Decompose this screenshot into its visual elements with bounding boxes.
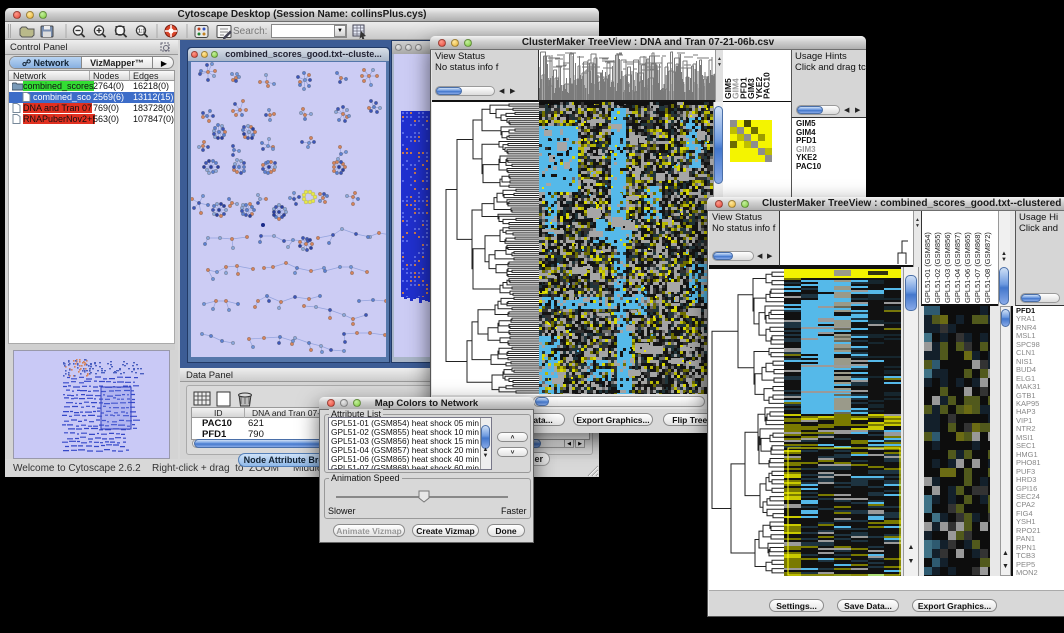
svg-text:GPL51-06 (GSM865): GPL51-06 (GSM865) xyxy=(963,232,972,303)
svg-text:GPL51-08 (GSM872): GPL51-08 (GSM872) xyxy=(983,232,992,303)
svg-text:GPL51-03 (GSM856): GPL51-03 (GSM856) xyxy=(943,232,952,303)
svg-text:GPL51-07 (GSM868): GPL51-07 (GSM868) xyxy=(973,232,982,303)
svg-text:GPL51-04 (GSM857): GPL51-04 (GSM857) xyxy=(953,232,962,303)
svg-text:PAC10: PAC10 xyxy=(762,72,772,99)
svg-text:GPL51-02 (GSM855): GPL51-02 (GSM855) xyxy=(933,232,942,303)
svg-text:GPL51-01 (GSM854): GPL51-01 (GSM854) xyxy=(923,232,932,303)
svg-text:1:1: 1:1 xyxy=(138,29,145,35)
